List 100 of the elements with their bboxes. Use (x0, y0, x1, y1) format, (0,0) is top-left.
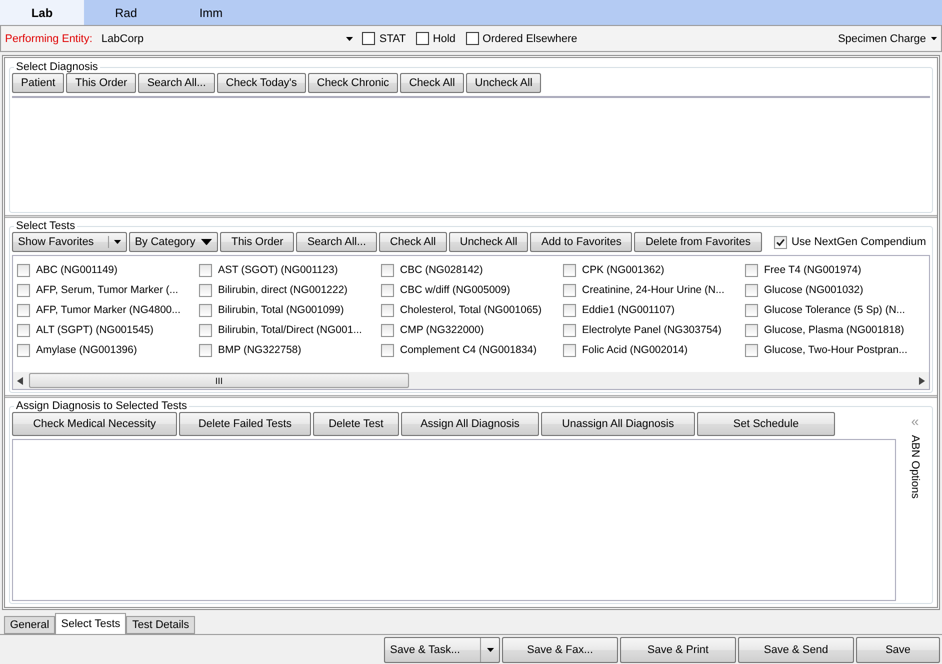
triangle-icon (201, 238, 212, 246)
checkbox[interactable] (17, 264, 30, 276)
test-label: Creatinine, 24-Hour Urine (N... (582, 284, 724, 296)
toolbar-button[interactable]: Check Today's (216, 73, 306, 93)
checkbox[interactable] (416, 32, 429, 45)
caret-icon (931, 36, 937, 40)
checkbox-label: STAT (379, 32, 406, 44)
toolbar-button[interactable]: Check All (400, 73, 464, 93)
toolbar-button[interactable]: Assign All Diagnosis (401, 412, 539, 436)
checkbox[interactable] (745, 324, 758, 336)
checkbox[interactable] (745, 304, 758, 316)
caret-icon (346, 36, 354, 40)
checkbox[interactable] (563, 264, 576, 276)
checkbox[interactable] (381, 304, 394, 316)
test-label: Amylase (NG001396) (36, 344, 137, 356)
toolbar-button[interactable]: Check Medical Necessity (12, 412, 177, 436)
show-favorites-button[interactable]: Show Favorites (12, 232, 127, 252)
toolbar-button[interactable]: Check All (379, 232, 447, 252)
checkbox[interactable] (745, 344, 758, 356)
toolbar-button[interactable]: Check Chronic (308, 73, 398, 93)
left-arrow-icon (17, 376, 23, 384)
checkbox[interactable] (774, 236, 788, 248)
test-label: Glucose Tolerance (5 Sp) (N... (764, 304, 906, 316)
checkbox[interactable] (563, 284, 576, 296)
check-icon (776, 238, 786, 246)
toolbar-button[interactable]: Set Schedule (697, 412, 835, 436)
field-label: Performing Entity: (5, 32, 92, 44)
checkbox[interactable] (17, 304, 30, 316)
section-title: Select Diagnosis (15, 61, 99, 73)
tab[interactable]: General (4, 616, 56, 634)
test-label: AFP, Tumor Marker (NG4800... (36, 304, 181, 316)
test-label: Glucose, Plasma (NG001818) (764, 324, 904, 336)
toolbar-button[interactable]: Unassign All Diagnosis (541, 412, 695, 436)
checkbox[interactable] (563, 304, 576, 316)
test-label: ABC (NG001149) (36, 264, 118, 276)
section-title: Select Tests (15, 220, 76, 232)
save-button[interactable]: Save & Print (620, 636, 736, 662)
test-label: Complement C4 (NG001834) (400, 344, 537, 356)
tab[interactable]: Rad (84, 0, 168, 25)
checkbox[interactable] (199, 264, 212, 276)
toolbar-button[interactable]: Uncheck All (466, 73, 542, 93)
checkbox[interactable] (17, 284, 30, 296)
test-label: Cholesterol, Total (NG001065) (400, 304, 542, 316)
test-label: CPK (NG001362) (582, 264, 664, 276)
save-task-button[interactable]: Save & Task... (384, 636, 500, 662)
entity-dropdown[interactable]: LabCorp (98, 28, 356, 48)
test-label: CBC w/diff (NG005009) (400, 284, 510, 296)
checkbox[interactable] (199, 344, 212, 356)
test-label: CBC (NG028142) (400, 264, 483, 276)
checkbox[interactable] (17, 324, 30, 336)
toolbar-button[interactable]: Delete from Favorites (634, 232, 762, 252)
toolbar-button[interactable]: This Order (66, 73, 136, 93)
checkbox[interactable] (745, 264, 758, 276)
test-label: Electrolyte Panel (NG303754) (582, 324, 722, 336)
checkbox[interactable] (563, 344, 576, 356)
checkbox[interactable] (17, 344, 30, 356)
tab[interactable]: Lab (0, 0, 84, 25)
test-label: Free T4 (NG001974) (764, 264, 862, 276)
toolbar-button[interactable]: Delete Test (313, 412, 399, 436)
specimen-charge-menu[interactable]: Specimen Charge (838, 32, 937, 44)
abn-options-tab[interactable]: ABN Options (909, 435, 921, 499)
checkbox[interactable] (745, 284, 758, 296)
tab[interactable]: Select Tests (55, 613, 126, 634)
tab[interactable]: Imm (168, 0, 254, 25)
test-label: Folic Acid (NG002014) (582, 344, 688, 356)
checkbox[interactable] (466, 32, 479, 45)
checkbox[interactable] (381, 324, 394, 336)
test-label: Glucose (NG001032) (764, 284, 864, 296)
scrollbar[interactable]: III (13, 372, 929, 389)
checkbox[interactable] (199, 284, 212, 296)
checkbox[interactable] (381, 284, 394, 296)
test-label: CMP (NG322000) (400, 324, 484, 336)
scroll-thumb[interactable]: III (29, 373, 409, 388)
toolbar-button[interactable]: Patient (12, 73, 64, 93)
checkbox-label: Ordered Elsewhere (482, 32, 578, 44)
checkbox-label: Use NextGen Compendium (791, 236, 926, 248)
toolbar-button[interactable]: Delete Failed Tests (179, 412, 311, 436)
toolbar-button[interactable]: Search All... (138, 73, 215, 93)
checkbox[interactable] (381, 264, 394, 276)
test-label: AFP, Serum, Tumor Marker (... (36, 284, 178, 296)
checkbox[interactable] (563, 324, 576, 336)
checkbox[interactable] (199, 304, 212, 316)
checkbox[interactable] (362, 32, 376, 45)
toolbar-button[interactable]: Add to Favorites (530, 232, 632, 252)
test-label: Bilirubin, Total/Direct (NG001... (218, 324, 362, 336)
checkbox[interactable] (199, 324, 212, 336)
tab[interactable]: Test Details (126, 616, 196, 634)
save-button[interactable]: Save (856, 636, 940, 662)
toolbar-button[interactable]: Search All... (296, 232, 378, 252)
checkbox-label: Hold (432, 32, 456, 44)
save-button[interactable]: Save & Send (738, 636, 854, 662)
toolbar-button[interactable]: Uncheck All (448, 232, 528, 252)
toolbar-button[interactable]: This Order (220, 232, 294, 252)
checkbox[interactable] (381, 344, 394, 356)
test-label: Bilirubin, Total (NG001099) (218, 304, 344, 316)
save-button[interactable]: Save & Fax... (502, 636, 618, 662)
category-dropdown[interactable]: By Category (128, 232, 218, 252)
test-label: Bilirubin, direct (NG001222) (218, 284, 348, 296)
test-label: ALT (SGPT) (NG001545) (36, 324, 154, 336)
right-arrow-icon (919, 376, 925, 384)
